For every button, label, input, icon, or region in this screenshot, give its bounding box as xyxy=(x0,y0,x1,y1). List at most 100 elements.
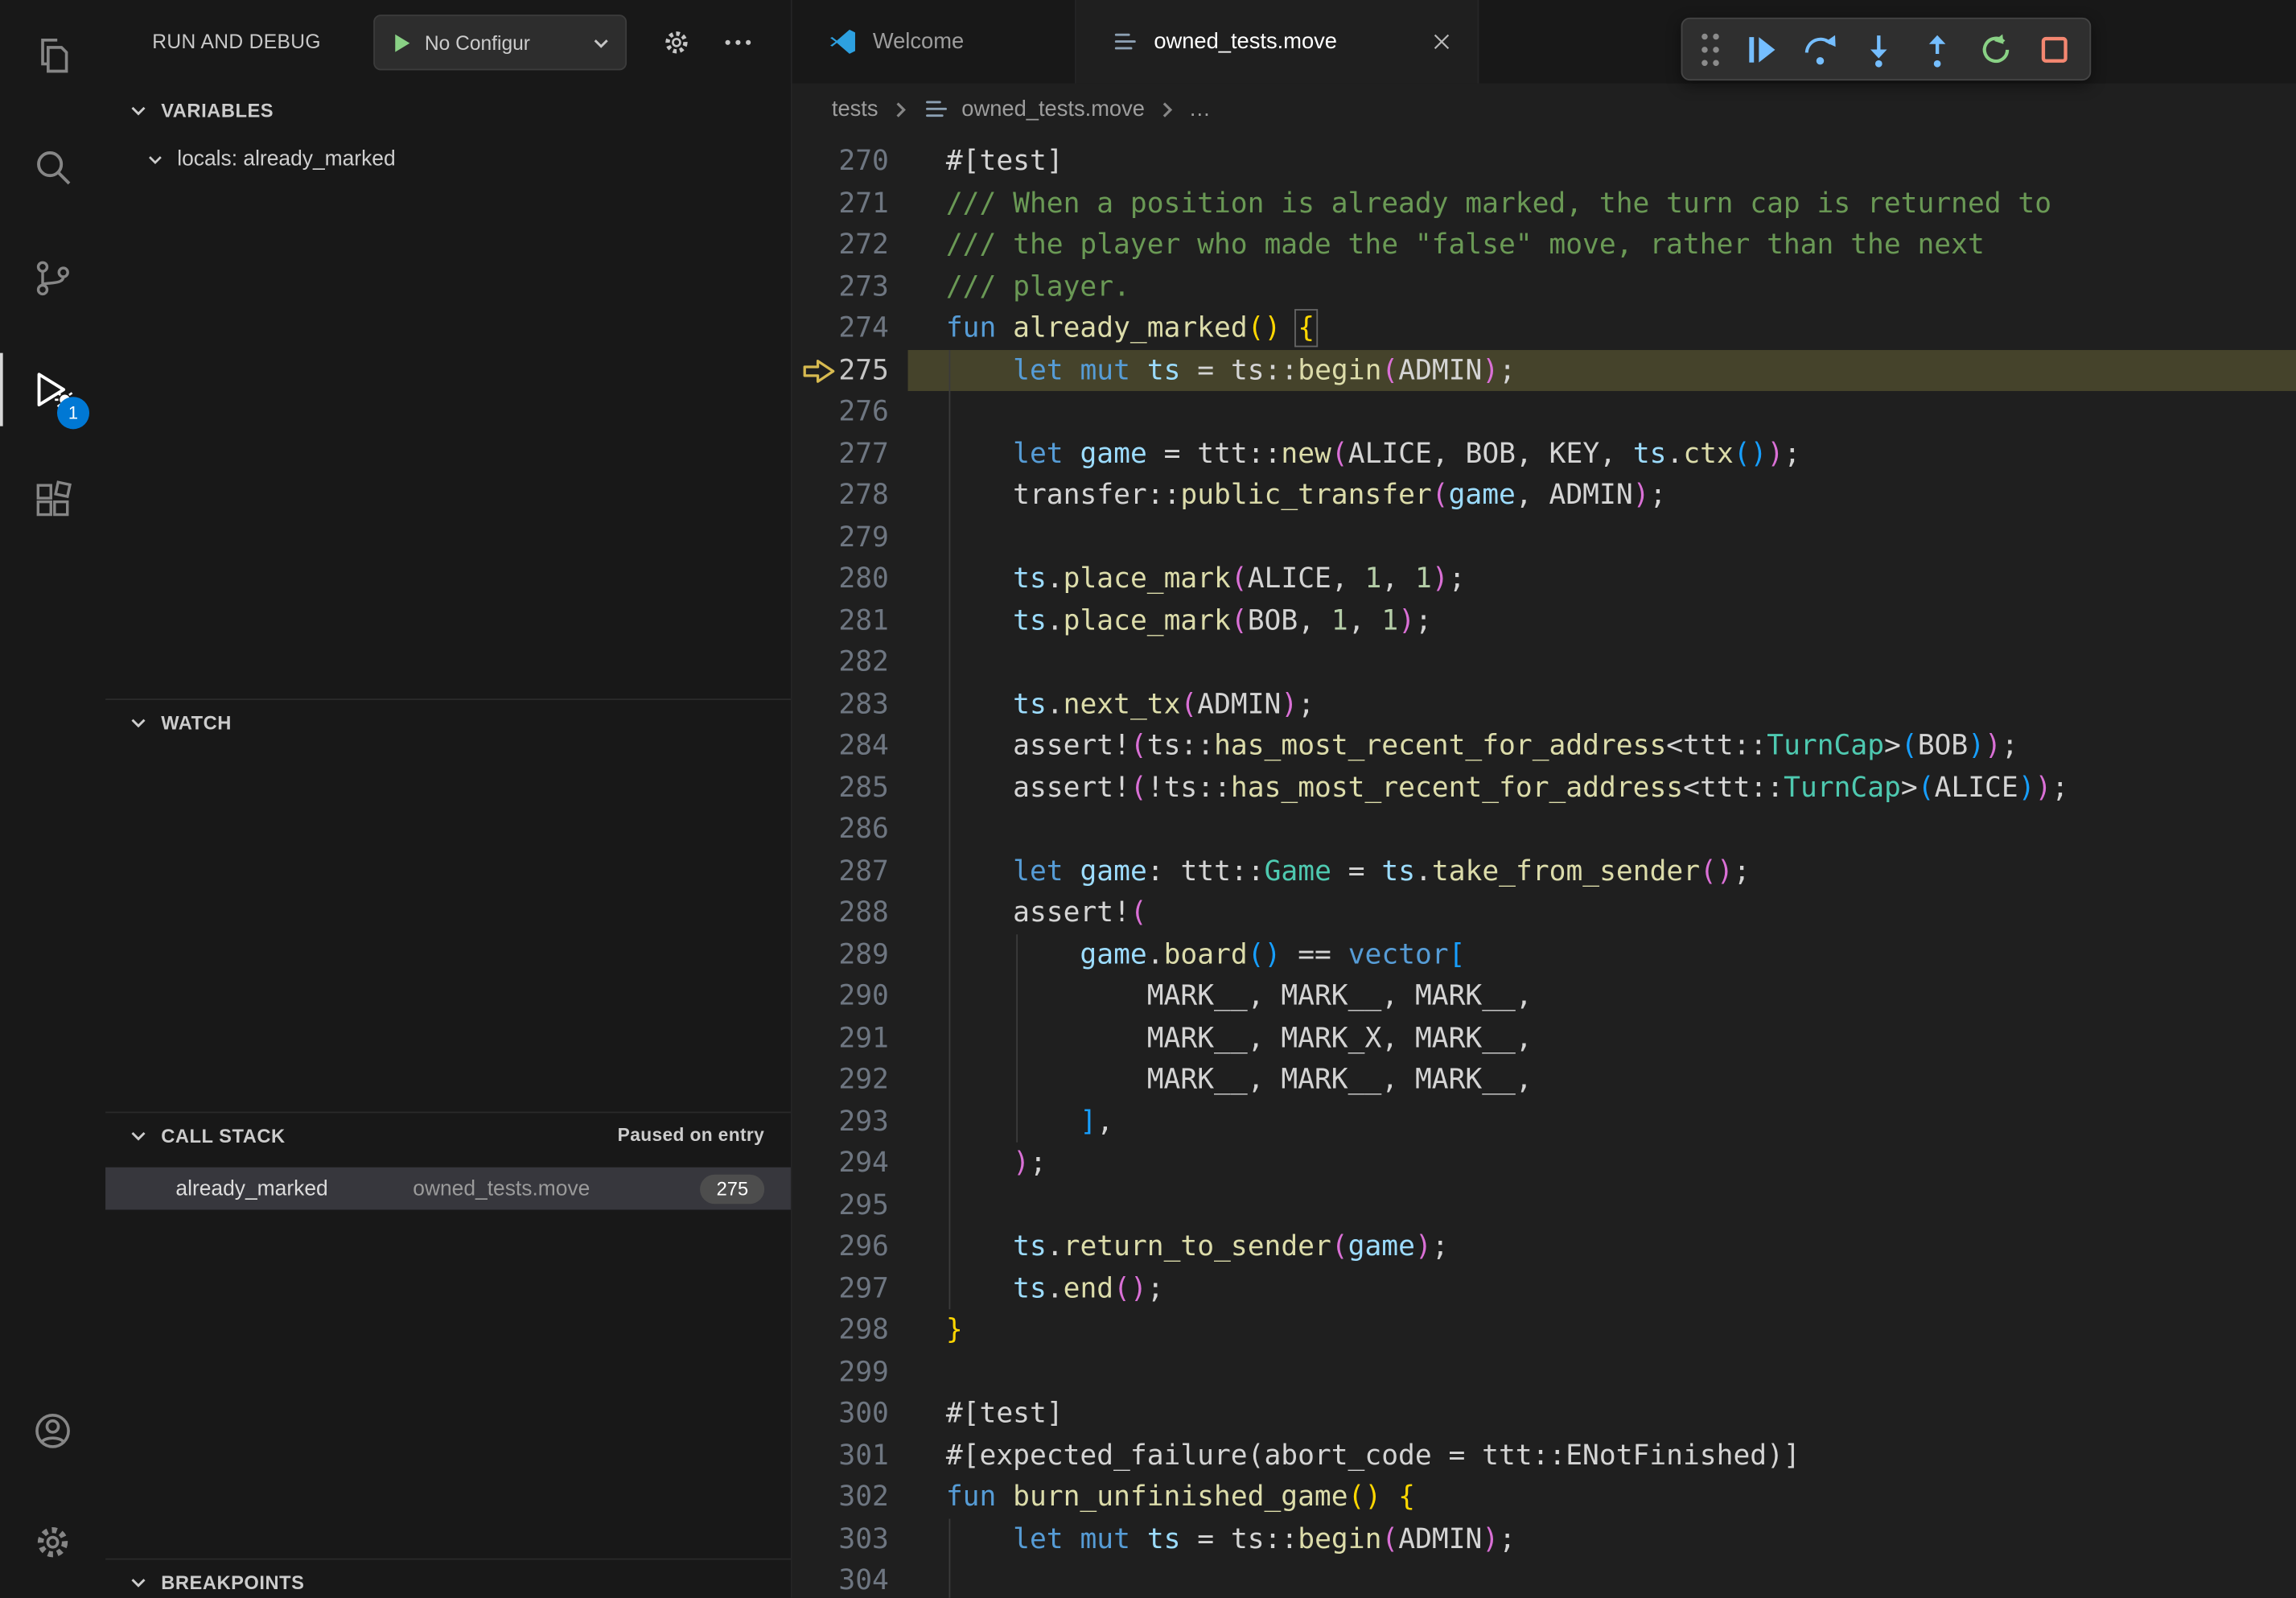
line-number[interactable]: 288 xyxy=(792,892,889,934)
line-number[interactable]: 290 xyxy=(792,975,889,1017)
code-line-298[interactable]: 298} xyxy=(792,1309,2296,1351)
code-line-295[interactable]: 295 xyxy=(792,1184,2296,1226)
breadcrumb-item[interactable]: … xyxy=(1189,97,1211,121)
code-line-279[interactable]: 279 xyxy=(792,517,2296,558)
code-line-303[interactable]: 303 let mut ts = ts::begin(ADMIN); xyxy=(792,1518,2296,1560)
activity-bar-item-extensions[interactable] xyxy=(0,445,105,556)
stop-button[interactable] xyxy=(2032,27,2076,72)
code-line-294[interactable]: 294 ); xyxy=(792,1143,2296,1184)
line-number[interactable]: 286 xyxy=(792,809,889,850)
line-number[interactable]: 303 xyxy=(792,1518,889,1560)
more-actions-icon[interactable] xyxy=(721,25,756,60)
line-number[interactable]: 292 xyxy=(792,1059,889,1101)
code-line-292[interactable]: 292 MARK__, MARK__, MARK__, xyxy=(792,1059,2296,1101)
code-line-272[interactable]: 272/// the player who made the "false" m… xyxy=(792,224,2296,266)
line-number[interactable]: 282 xyxy=(792,641,889,683)
line-number[interactable]: 294 xyxy=(792,1143,889,1184)
code-line-270[interactable]: 270#[test] xyxy=(792,141,2296,183)
code-line-285[interactable]: 285 assert!(!ts::has_most_recent_for_add… xyxy=(792,767,2296,809)
call-stack-section-header[interactable]: CALL STACK Paused on entry xyxy=(105,1113,791,1157)
code-line-275[interactable]: 275 let mut ts = ts::begin(ADMIN); xyxy=(792,349,2296,391)
code-line-299[interactable]: 299 xyxy=(792,1351,2296,1393)
line-number[interactable]: 279 xyxy=(792,517,889,558)
variables-section-header[interactable]: VARIABLES xyxy=(105,88,791,132)
code-line-289[interactable]: 289 game.board() == vector[ xyxy=(792,933,2296,975)
code-line-271[interactable]: 271/// When a position is already marked… xyxy=(792,183,2296,224)
line-number[interactable]: 301 xyxy=(792,1435,889,1477)
line-number[interactable]: 296 xyxy=(792,1226,889,1268)
debug-config-dropdown[interactable]: No Configur xyxy=(373,14,627,70)
line-number[interactable]: 298 xyxy=(792,1309,889,1351)
line-number[interactable]: 278 xyxy=(792,475,889,517)
line-number[interactable]: 277 xyxy=(792,433,889,475)
line-number[interactable]: 293 xyxy=(792,1101,889,1143)
code-line-297[interactable]: 297 ts.end(); xyxy=(792,1267,2296,1309)
tab-owned-tests-move[interactable]: owned_tests.move xyxy=(1076,0,1479,84)
code-line-301[interactable]: 301#[expected_failure(abort_code = ttt::… xyxy=(792,1435,2296,1477)
activity-bar-item-run-and-debug[interactable]: 1 xyxy=(0,334,105,445)
code-line-276[interactable]: 276 xyxy=(792,391,2296,433)
line-number[interactable]: 281 xyxy=(792,599,889,641)
line-number[interactable]: 295 xyxy=(792,1184,889,1226)
line-number[interactable]: 280 xyxy=(792,558,889,599)
line-number[interactable]: 273 xyxy=(792,266,889,307)
step-over-button[interactable] xyxy=(1798,27,1842,72)
debug-settings-gear-icon[interactable] xyxy=(660,27,693,59)
breadcrumb-item[interactable]: tests xyxy=(832,97,878,121)
play-icon[interactable] xyxy=(389,30,414,55)
line-number[interactable]: 283 xyxy=(792,683,889,725)
code-line-288[interactable]: 288 assert!( xyxy=(792,892,2296,934)
line-number[interactable]: 291 xyxy=(792,1017,889,1059)
line-number[interactable]: 304 xyxy=(792,1560,889,1598)
code-line-287[interactable]: 287 let game: ttt::Game = ts.take_from_s… xyxy=(792,850,2296,892)
line-number[interactable]: 299 xyxy=(792,1351,889,1393)
code-editor[interactable]: 270#[test]271/// When a position is alre… xyxy=(792,134,2296,1597)
activity-bar-item-source-control[interactable] xyxy=(0,223,105,334)
line-number[interactable]: 300 xyxy=(792,1393,889,1435)
code-line-277[interactable]: 277 let game = ttt::new(ALICE, BOB, KEY,… xyxy=(792,433,2296,475)
code-line-291[interactable]: 291 MARK__, MARK_X, MARK__, xyxy=(792,1017,2296,1059)
line-number[interactable]: 285 xyxy=(792,767,889,809)
activity-bar-item-explorer[interactable] xyxy=(0,0,105,111)
code-line-304[interactable]: 304 xyxy=(792,1560,2296,1598)
code-line-274[interactable]: 274fun already_marked() { xyxy=(792,307,2296,349)
code-line-273[interactable]: 273/// player. xyxy=(792,266,2296,307)
continue-button[interactable] xyxy=(1739,27,1784,72)
line-number[interactable]: 289 xyxy=(792,933,889,975)
step-into-button[interactable] xyxy=(1857,27,1901,72)
code-line-282[interactable]: 282 xyxy=(792,641,2296,683)
breakpoints-section-header[interactable]: BREAKPOINTS xyxy=(105,1560,791,1598)
tab-welcome[interactable]: Welcome xyxy=(792,0,1076,84)
activity-bar-item-accounts[interactable] xyxy=(0,1375,105,1486)
code-line-300[interactable]: 300#[test] xyxy=(792,1393,2296,1435)
variables-scope-row[interactable]: locals: already_marked xyxy=(105,139,791,180)
activity-bar-item-search[interactable] xyxy=(0,111,105,222)
code-line-283[interactable]: 283 ts.next_tx(ADMIN); xyxy=(792,683,2296,725)
step-out-button[interactable] xyxy=(1915,27,1960,72)
code-line-293[interactable]: 293 ], xyxy=(792,1101,2296,1143)
code-line-286[interactable]: 286 xyxy=(792,809,2296,850)
code-line-302[interactable]: 302fun burn_unfinished_game() { xyxy=(792,1477,2296,1518)
call-stack-frame[interactable]: already_markedowned_tests.move275 xyxy=(105,1168,791,1210)
line-number[interactable]: 302 xyxy=(792,1477,889,1518)
close-icon[interactable] xyxy=(1430,29,1455,54)
line-number[interactable]: 271 xyxy=(792,183,889,224)
line-number[interactable]: 287 xyxy=(792,850,889,892)
line-number[interactable]: 270 xyxy=(792,141,889,183)
watch-section-header[interactable]: WATCH xyxy=(105,700,791,744)
code-line-284[interactable]: 284 assert!(ts::has_most_recent_for_addr… xyxy=(792,725,2296,767)
code-line-280[interactable]: 280 ts.place_mark(ALICE, 1, 1); xyxy=(792,558,2296,599)
code-line-278[interactable]: 278 transfer::public_transfer(game, ADMI… xyxy=(792,475,2296,517)
code-line-290[interactable]: 290 MARK__, MARK__, MARK__, xyxy=(792,975,2296,1017)
toolbar-drag-handle[interactable] xyxy=(1696,27,1725,72)
code-line-296[interactable]: 296 ts.return_to_sender(game); xyxy=(792,1226,2296,1268)
breadcrumb-item[interactable]: owned_tests.move xyxy=(922,95,1145,123)
line-number[interactable]: 276 xyxy=(792,391,889,433)
line-number[interactable]: 297 xyxy=(792,1267,889,1309)
line-number[interactable]: 272 xyxy=(792,224,889,266)
activity-bar-item-settings[interactable] xyxy=(0,1487,105,1598)
code-line-281[interactable]: 281 ts.place_mark(BOB, 1, 1); xyxy=(792,599,2296,641)
line-number[interactable]: 274 xyxy=(792,307,889,349)
line-number[interactable]: 284 xyxy=(792,725,889,767)
restart-button[interactable] xyxy=(1974,27,2018,72)
